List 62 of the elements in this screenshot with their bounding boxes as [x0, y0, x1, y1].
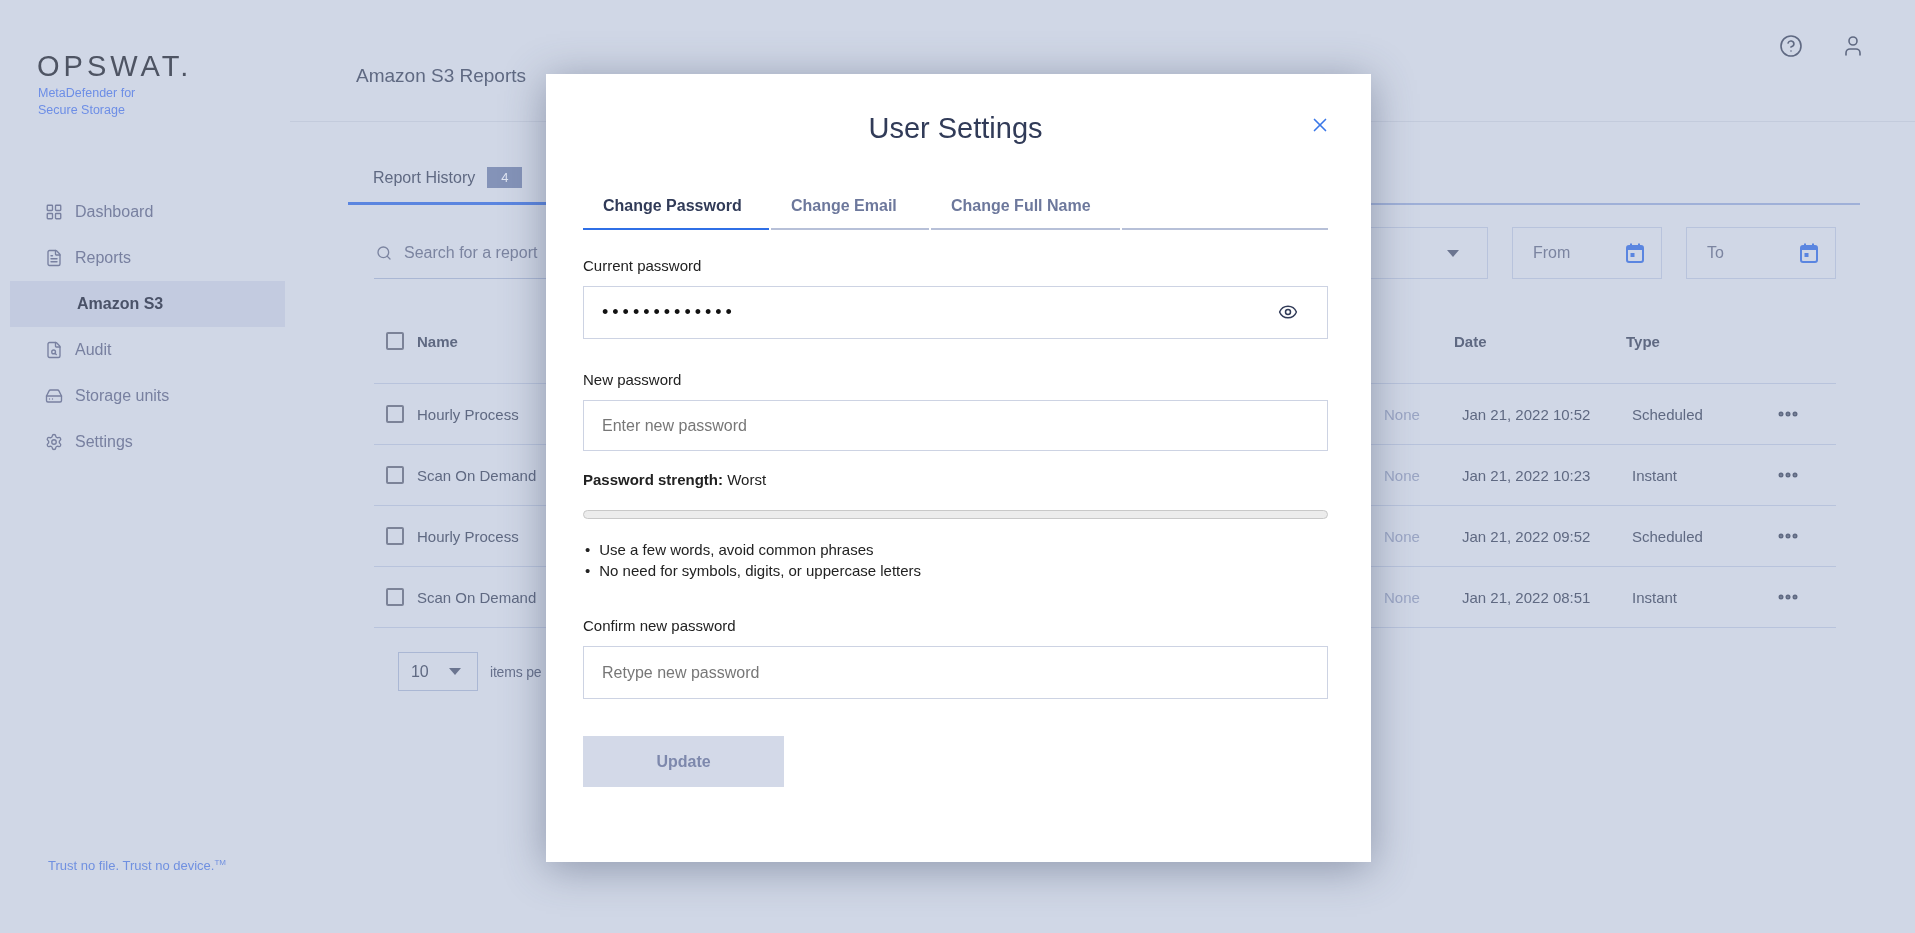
checkbox[interactable]	[386, 332, 404, 350]
tab[interactable]: Change Email	[771, 197, 929, 230]
tagline: Trust no file. Trust no device.$^{TM}$	[47, 857, 227, 873]
hint-text: No need for symbols, digits, or uppercase letters	[599, 561, 922, 581]
table-cell: Hourly Process	[417, 405, 519, 423]
table-cell: Hourly Process	[417, 527, 519, 545]
product-name: MetaDefender for Secure Storage	[37, 85, 137, 119]
password-field[interactable]: Enter new password	[583, 400, 1328, 451]
checkbox[interactable]	[386, 405, 404, 423]
checkbox[interactable]	[386, 527, 404, 545]
logo: OPSWAT.	[36, 50, 194, 83]
password-field[interactable]: Retype new password	[583, 646, 1328, 699]
nav-item[interactable]: Dashboard	[10, 189, 285, 235]
checkbox[interactable]	[386, 588, 404, 606]
field-label: Confirm new password	[583, 617, 737, 634]
table-cell: Scan On Demand	[417, 588, 537, 606]
caret-icon	[1447, 249, 1459, 257]
nav-item[interactable]: Storage units	[10, 373, 285, 419]
field-label: Current password	[583, 257, 703, 274]
dialog-title: User Settings	[868, 112, 1043, 145]
to-date-field[interactable]: To	[1686, 227, 1836, 279]
nav-subitem[interactable]: Amazon S3	[10, 281, 285, 327]
nav-item[interactable]: Settings	[10, 419, 285, 465]
search-icon	[376, 244, 392, 261]
strength-text: Password strength: Worst	[583, 471, 768, 488]
table-cell-text: Jan 21, 2022 09:52	[1461, 527, 1591, 545]
calendar-icon	[1799, 243, 1819, 263]
checkbox[interactable]	[386, 466, 404, 484]
caret-icon	[449, 668, 461, 675]
hint-text: Use a few words, avoid common phrases	[599, 540, 874, 560]
field-label: New password	[583, 371, 683, 388]
eye-icon[interactable]	[1278, 302, 1298, 322]
tab[interactable]: Change Password	[583, 197, 769, 230]
column-header: Date	[1454, 332, 1487, 350]
table-cell-text: Instant	[1631, 588, 1678, 606]
from-date-field[interactable]: From	[1512, 227, 1662, 279]
bullet: •	[585, 540, 591, 560]
tab[interactable]: Change Full Name	[931, 197, 1120, 230]
password-field[interactable]: •••••••••••••	[583, 286, 1328, 339]
table-cell-text: Instant	[1631, 466, 1678, 484]
pagination-label: items pe	[490, 663, 542, 680]
table-cell-text: Scheduled	[1631, 527, 1703, 545]
table-cell-text: Jan 21, 2022 10:52	[1461, 405, 1591, 423]
table-cell: Scan On Demand	[417, 466, 537, 484]
grid-icon	[45, 203, 63, 221]
nav-item[interactable]: Audit	[10, 327, 285, 373]
table-cell-text: Jan 21, 2022 10:23	[1461, 466, 1591, 484]
help-icon[interactable]	[1779, 34, 1803, 58]
breadcrumb-link[interactable]: Amazon S3 Reports	[356, 65, 527, 87]
bullet: •	[585, 561, 591, 581]
table-cell-text: Scheduled	[1631, 405, 1703, 423]
table-cell-text: Jan 21, 2022 08:51	[1461, 588, 1591, 606]
page-size-dropdown[interactable]: 10	[398, 652, 478, 691]
document-icon	[45, 249, 63, 267]
column-header: Name	[417, 332, 458, 350]
document-search-icon	[45, 341, 63, 359]
count-badge: 4	[487, 167, 523, 188]
column-header: Type	[1626, 332, 1660, 350]
drive-icon	[45, 387, 63, 405]
calendar-icon	[1625, 243, 1645, 263]
settings-icon	[45, 433, 63, 451]
nav-item[interactable]: Reports	[10, 235, 285, 281]
